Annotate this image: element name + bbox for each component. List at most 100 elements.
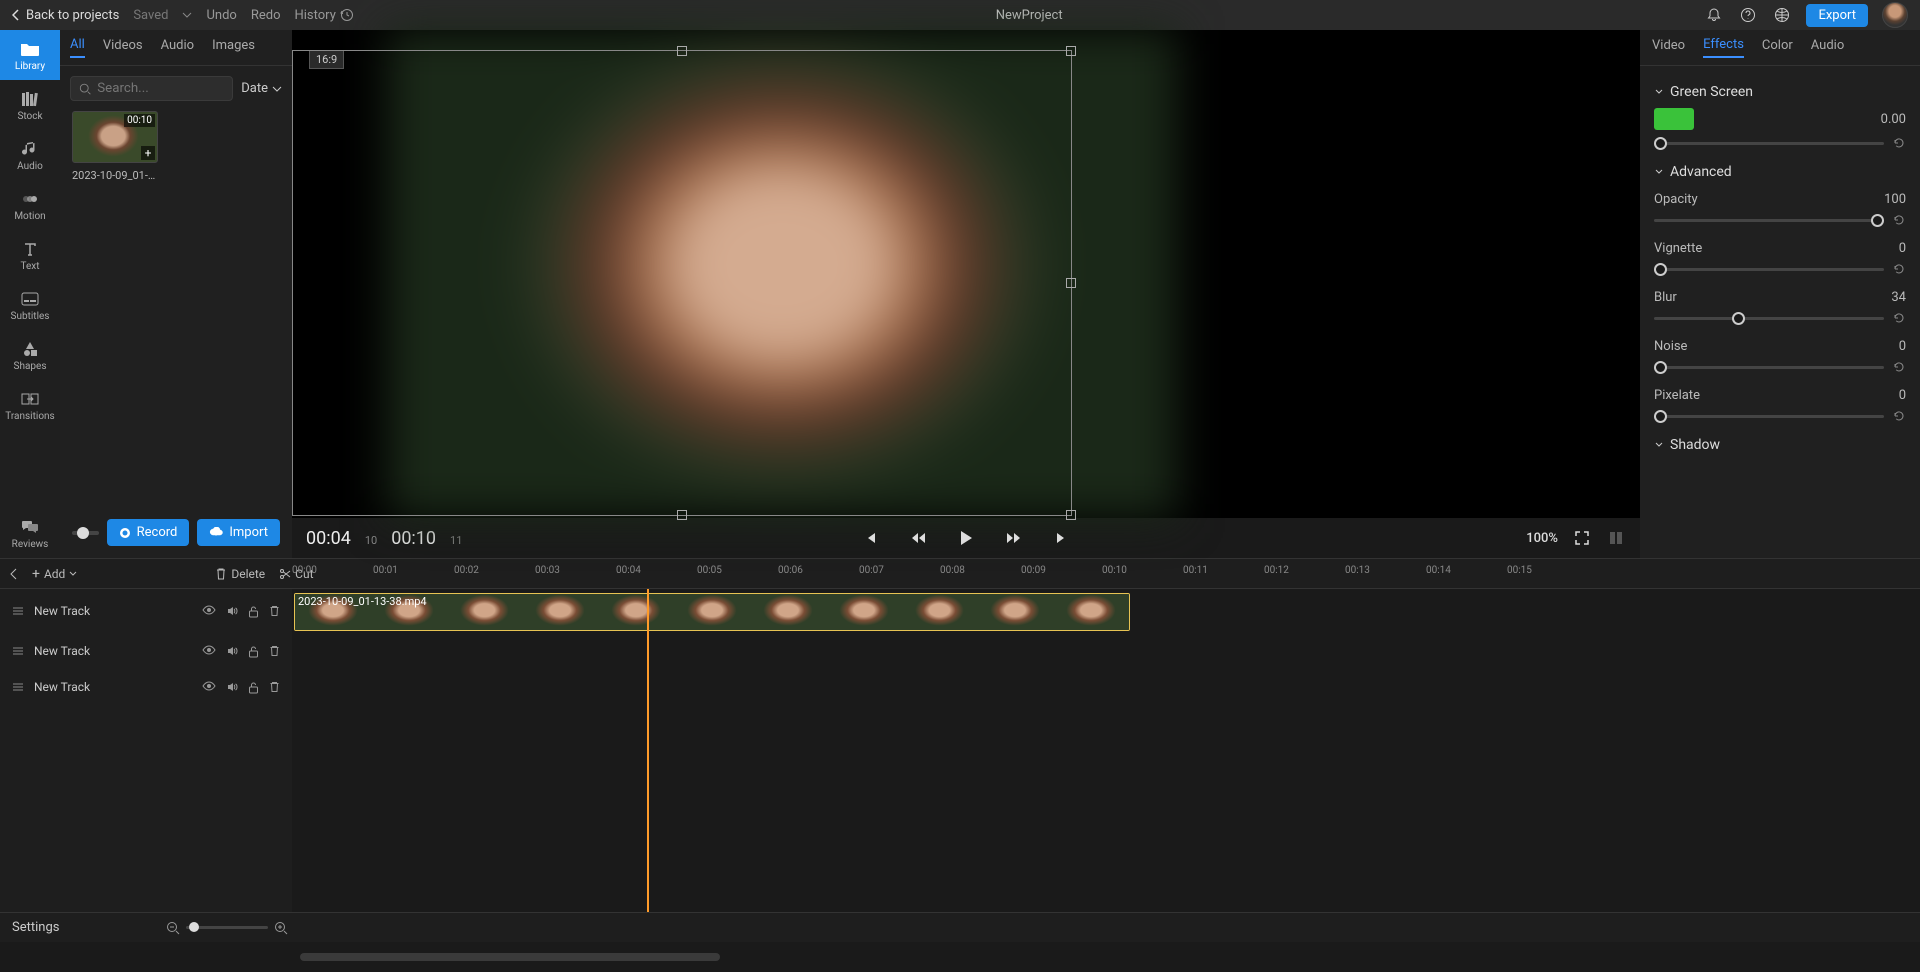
shadow-section[interactable]: Shadow [1654,437,1906,453]
mute-icon[interactable] [226,681,238,693]
track-name[interactable]: New Track [34,604,90,618]
export-button[interactable]: Export [1806,4,1868,27]
thumbnail-zoom-slider[interactable] [72,531,99,535]
rp-tab-effects[interactable]: Effects [1703,37,1744,58]
section-label: Green Screen [1670,84,1753,100]
clip-filename: 2023-10-09_01-13-38.mp4 [298,595,427,608]
track-name[interactable]: New Track [34,644,90,658]
trash-icon[interactable] [269,645,280,657]
search-input[interactable] [97,81,224,96]
timeline-clip[interactable]: 2023-10-09_01-13-38.mp4 [294,593,1130,631]
zoom-in-icon[interactable] [274,921,288,935]
lock-icon[interactable] [248,681,259,694]
timeline-zoom-slider[interactable] [186,926,268,929]
reset-button[interactable] [1892,136,1906,150]
sidebar-item-stock[interactable]: Stock [0,80,60,130]
ruler-tick: 00:12 [1264,565,1289,576]
rp-tab-audio[interactable]: Audio [1811,38,1844,57]
pixelate-slider[interactable] [1654,415,1884,418]
import-button[interactable]: Import [197,519,280,546]
compare-button[interactable] [1606,528,1626,548]
sidebar-item-motion[interactable]: Motion [0,180,60,230]
sidebar-item-audio[interactable]: Audio [0,130,60,180]
drag-handle-icon[interactable] [12,682,24,692]
sidebar-item-shapes[interactable]: Shapes [0,330,60,380]
resize-handle-right[interactable] [1066,278,1076,288]
help-icon[interactable] [1738,5,1758,25]
play-button[interactable] [956,528,976,548]
back-to-projects[interactable]: Back to projects [12,8,119,23]
reset-button[interactable] [1892,213,1906,227]
timeline-scrollbar[interactable] [300,953,720,961]
zoom-out-icon[interactable] [166,921,180,935]
lib-tab-images[interactable]: Images [212,38,255,57]
vignette-slider[interactable] [1654,268,1884,271]
resize-handle-br[interactable] [1066,510,1076,520]
sidebar-item-subtitles[interactable]: Subtitles [0,280,60,330]
saved-dropdown-icon[interactable] [182,12,192,18]
tracks-content[interactable]: 2023-10-09_01-13-38.mp4 [292,589,1920,912]
timeline-back[interactable] [10,568,18,580]
visibility-icon[interactable] [202,681,216,691]
green-screen-section[interactable]: Green Screen [1654,84,1906,100]
advanced-section[interactable]: Advanced [1654,164,1906,180]
lock-icon[interactable] [248,645,259,658]
rp-tab-video[interactable]: Video [1652,38,1685,57]
lib-tab-audio[interactable]: Audio [161,38,194,57]
add-to-timeline-button[interactable]: + [141,146,155,160]
lib-tab-all[interactable]: All [70,37,85,58]
rewind-button[interactable] [908,528,928,548]
thumbnail-filename: 2023-10-09_01-13... [72,169,160,182]
trash-icon[interactable] [269,605,280,617]
preview-zoom[interactable]: 100% [1526,531,1558,546]
rp-tab-color[interactable]: Color [1762,38,1793,57]
user-avatar[interactable] [1882,2,1908,28]
delete-button[interactable]: Delete [215,567,265,581]
reset-button[interactable] [1892,409,1906,423]
notifications-icon[interactable] [1704,5,1724,25]
undo-button[interactable]: Undo [206,8,236,23]
opacity-slider[interactable] [1654,219,1884,222]
record-button[interactable]: Record [107,519,190,546]
sort-dropdown[interactable]: Date [241,81,282,96]
add-track-button[interactable]: +Add [32,566,77,582]
resize-handle-top[interactable] [677,46,687,56]
forward-button[interactable] [1004,528,1024,548]
selection-outline[interactable] [292,50,1072,516]
trash-icon[interactable] [269,681,280,693]
resize-handle-tr[interactable] [1066,46,1076,56]
mute-icon[interactable] [226,605,238,617]
drag-handle-icon[interactable] [12,646,24,656]
sidebar-item-library[interactable]: Library [0,30,60,80]
sidebar-item-reviews[interactable]: Reviews [0,508,60,558]
timeline-ruler[interactable]: 00:0000:0100:0200:0300:0400:0500:0600:07… [292,559,1906,589]
sidebar-item-transitions[interactable]: Transitions [0,380,60,430]
language-icon[interactable] [1772,5,1792,25]
track-name[interactable]: New Track [34,680,90,694]
lib-tab-videos[interactable]: Videos [103,38,143,57]
reset-button[interactable] [1892,360,1906,374]
preview-canvas[interactable]: 16:9 [292,30,1640,518]
settings-button[interactable]: Settings [12,920,59,935]
green-screen-swatch[interactable] [1654,108,1694,130]
blur-slider[interactable] [1654,317,1884,320]
drag-handle-icon[interactable] [12,606,24,616]
resize-handle-bottom[interactable] [677,510,687,520]
search-input-wrap[interactable] [70,76,233,101]
skip-start-button[interactable] [860,528,880,548]
media-thumbnail[interactable]: 00:10 + 2023-10-09_01-13... [72,111,160,182]
reset-button[interactable] [1892,262,1906,276]
mute-icon[interactable] [226,645,238,657]
skip-end-button[interactable] [1052,528,1072,548]
sidebar-item-text[interactable]: Text [0,230,60,280]
reset-button[interactable] [1892,311,1906,325]
history-button[interactable]: History [294,8,353,23]
green-screen-slider[interactable] [1654,142,1884,145]
playhead[interactable] [647,589,649,912]
redo-button[interactable]: Redo [251,8,281,23]
fullscreen-button[interactable] [1572,528,1592,548]
visibility-icon[interactable] [202,605,216,615]
visibility-icon[interactable] [202,645,216,655]
noise-slider[interactable] [1654,366,1884,369]
lock-icon[interactable] [248,605,259,618]
